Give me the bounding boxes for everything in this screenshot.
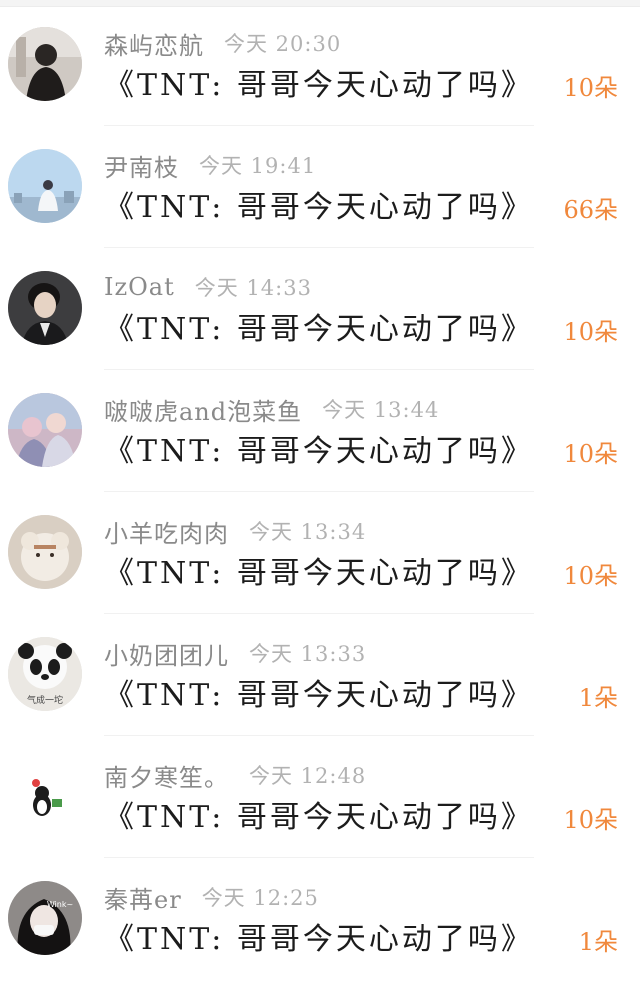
avatar[interactable] [8,149,82,223]
avatar-image [8,515,82,589]
list-item[interactable]: 气成一坨 小奶团团儿 今天 13:33 《TNT: 哥哥今天心动了吗》 1朵 [0,610,640,732]
flower-count: 10朵 [563,440,618,468]
avatar-image [8,393,82,467]
flower-count: 10朵 [563,806,618,834]
meta-line: IzOat 今天 14:33 [104,270,312,304]
timestamp: 今天 19:41 [199,154,317,178]
meta-line: 森屿恋航 今天 20:30 [104,26,341,60]
flower-count: 10朵 [563,318,618,346]
avatar-image [8,149,82,223]
timestamp: 今天 20:30 [224,32,342,56]
book-title[interactable]: 《TNT: 哥哥今天心动了吗》 [104,792,534,836]
book-title[interactable]: 《TNT: 哥哥今天心动了吗》 [104,426,534,470]
username[interactable]: 啵啵虎and泡菜鱼 [104,392,302,427]
meta-line: 尹南枝 今天 19:41 [104,148,316,182]
timestamp: 今天 12:25 [201,886,319,910]
username[interactable]: 小奶团团儿 [104,636,229,671]
avatar[interactable] [8,759,82,833]
avatar[interactable] [8,393,82,467]
avatar-image [8,271,82,345]
avatar[interactable] [8,27,82,101]
avatar[interactable] [8,515,82,589]
username[interactable]: 尹南枝 [104,148,179,183]
list-item[interactable]: 小羊吃肉肉 今天 13:34 《TNT: 哥哥今天心动了吗》 10朵 [0,488,640,610]
avatar-image: 气成一坨 [8,637,82,711]
flower-count: 10朵 [563,562,618,590]
avatar-image [8,27,82,101]
timestamp: 今天 13:33 [249,642,367,666]
avatar[interactable] [8,271,82,345]
book-title[interactable]: 《TNT: 哥哥今天心动了吗》 [104,670,534,714]
timestamp: 今天 13:44 [322,398,440,422]
list-item[interactable]: 森屿恋航 今天 20:30 《TNT: 哥哥今天心动了吗》 10朵 [0,0,640,122]
flower-count: 66朵 [563,196,618,224]
list-item[interactable]: 南夕寒笙。 今天 12:48 《TNT: 哥哥今天心动了吗》 10朵 [0,732,640,854]
meta-line: 小羊吃肉肉 今天 13:34 [104,514,366,548]
list-item[interactable]: Wink~ 秦苒er 今天 12:25 《TNT: 哥哥今天心动了吗》 1朵 [0,854,640,976]
book-title[interactable]: 《TNT: 哥哥今天心动了吗》 [104,548,534,592]
avatar-image: Wink~ [8,881,82,955]
meta-line: 南夕寒笙。 今天 12:48 [104,758,366,792]
username[interactable]: 南夕寒笙。 [104,758,229,793]
username[interactable]: 秦苒er [104,880,182,915]
avatar[interactable]: Wink~ [8,881,82,955]
list-item[interactable]: 啵啵虎and泡菜鱼 今天 13:44 《TNT: 哥哥今天心动了吗》 10朵 [0,366,640,488]
list-item[interactable]: 尹南枝 今天 19:41 《TNT: 哥哥今天心动了吗》 66朵 [0,122,640,244]
username[interactable]: IzOat [104,273,175,301]
avatar-image [8,759,82,833]
meta-line: 啵啵虎and泡菜鱼 今天 13:44 [104,392,439,426]
meta-line: 小奶团团儿 今天 13:33 [104,636,366,670]
book-title[interactable]: 《TNT: 哥哥今天心动了吗》 [104,914,534,958]
avatar-caption: 气成一坨 [27,694,63,706]
timestamp: 今天 13:34 [249,520,367,544]
timestamp: 今天 14:33 [194,276,312,300]
flower-count: 10朵 [563,74,618,102]
flower-count: 1朵 [578,684,618,712]
avatar[interactable]: 气成一坨 [8,637,82,711]
list-item[interactable]: IzOat 今天 14:33 《TNT: 哥哥今天心动了吗》 10朵 [0,244,640,366]
timestamp: 今天 12:48 [249,764,367,788]
username[interactable]: 森屿恋航 [104,26,204,61]
avatar-caption: Wink~ [47,900,73,909]
book-title[interactable]: 《TNT: 哥哥今天心动了吗》 [104,182,534,226]
book-title[interactable]: 《TNT: 哥哥今天心动了吗》 [104,304,534,348]
book-title[interactable]: 《TNT: 哥哥今天心动了吗》 [104,60,534,104]
meta-line: 秦苒er 今天 12:25 [104,880,319,914]
username[interactable]: 小羊吃肉肉 [104,514,229,549]
flower-count: 1朵 [578,928,618,956]
